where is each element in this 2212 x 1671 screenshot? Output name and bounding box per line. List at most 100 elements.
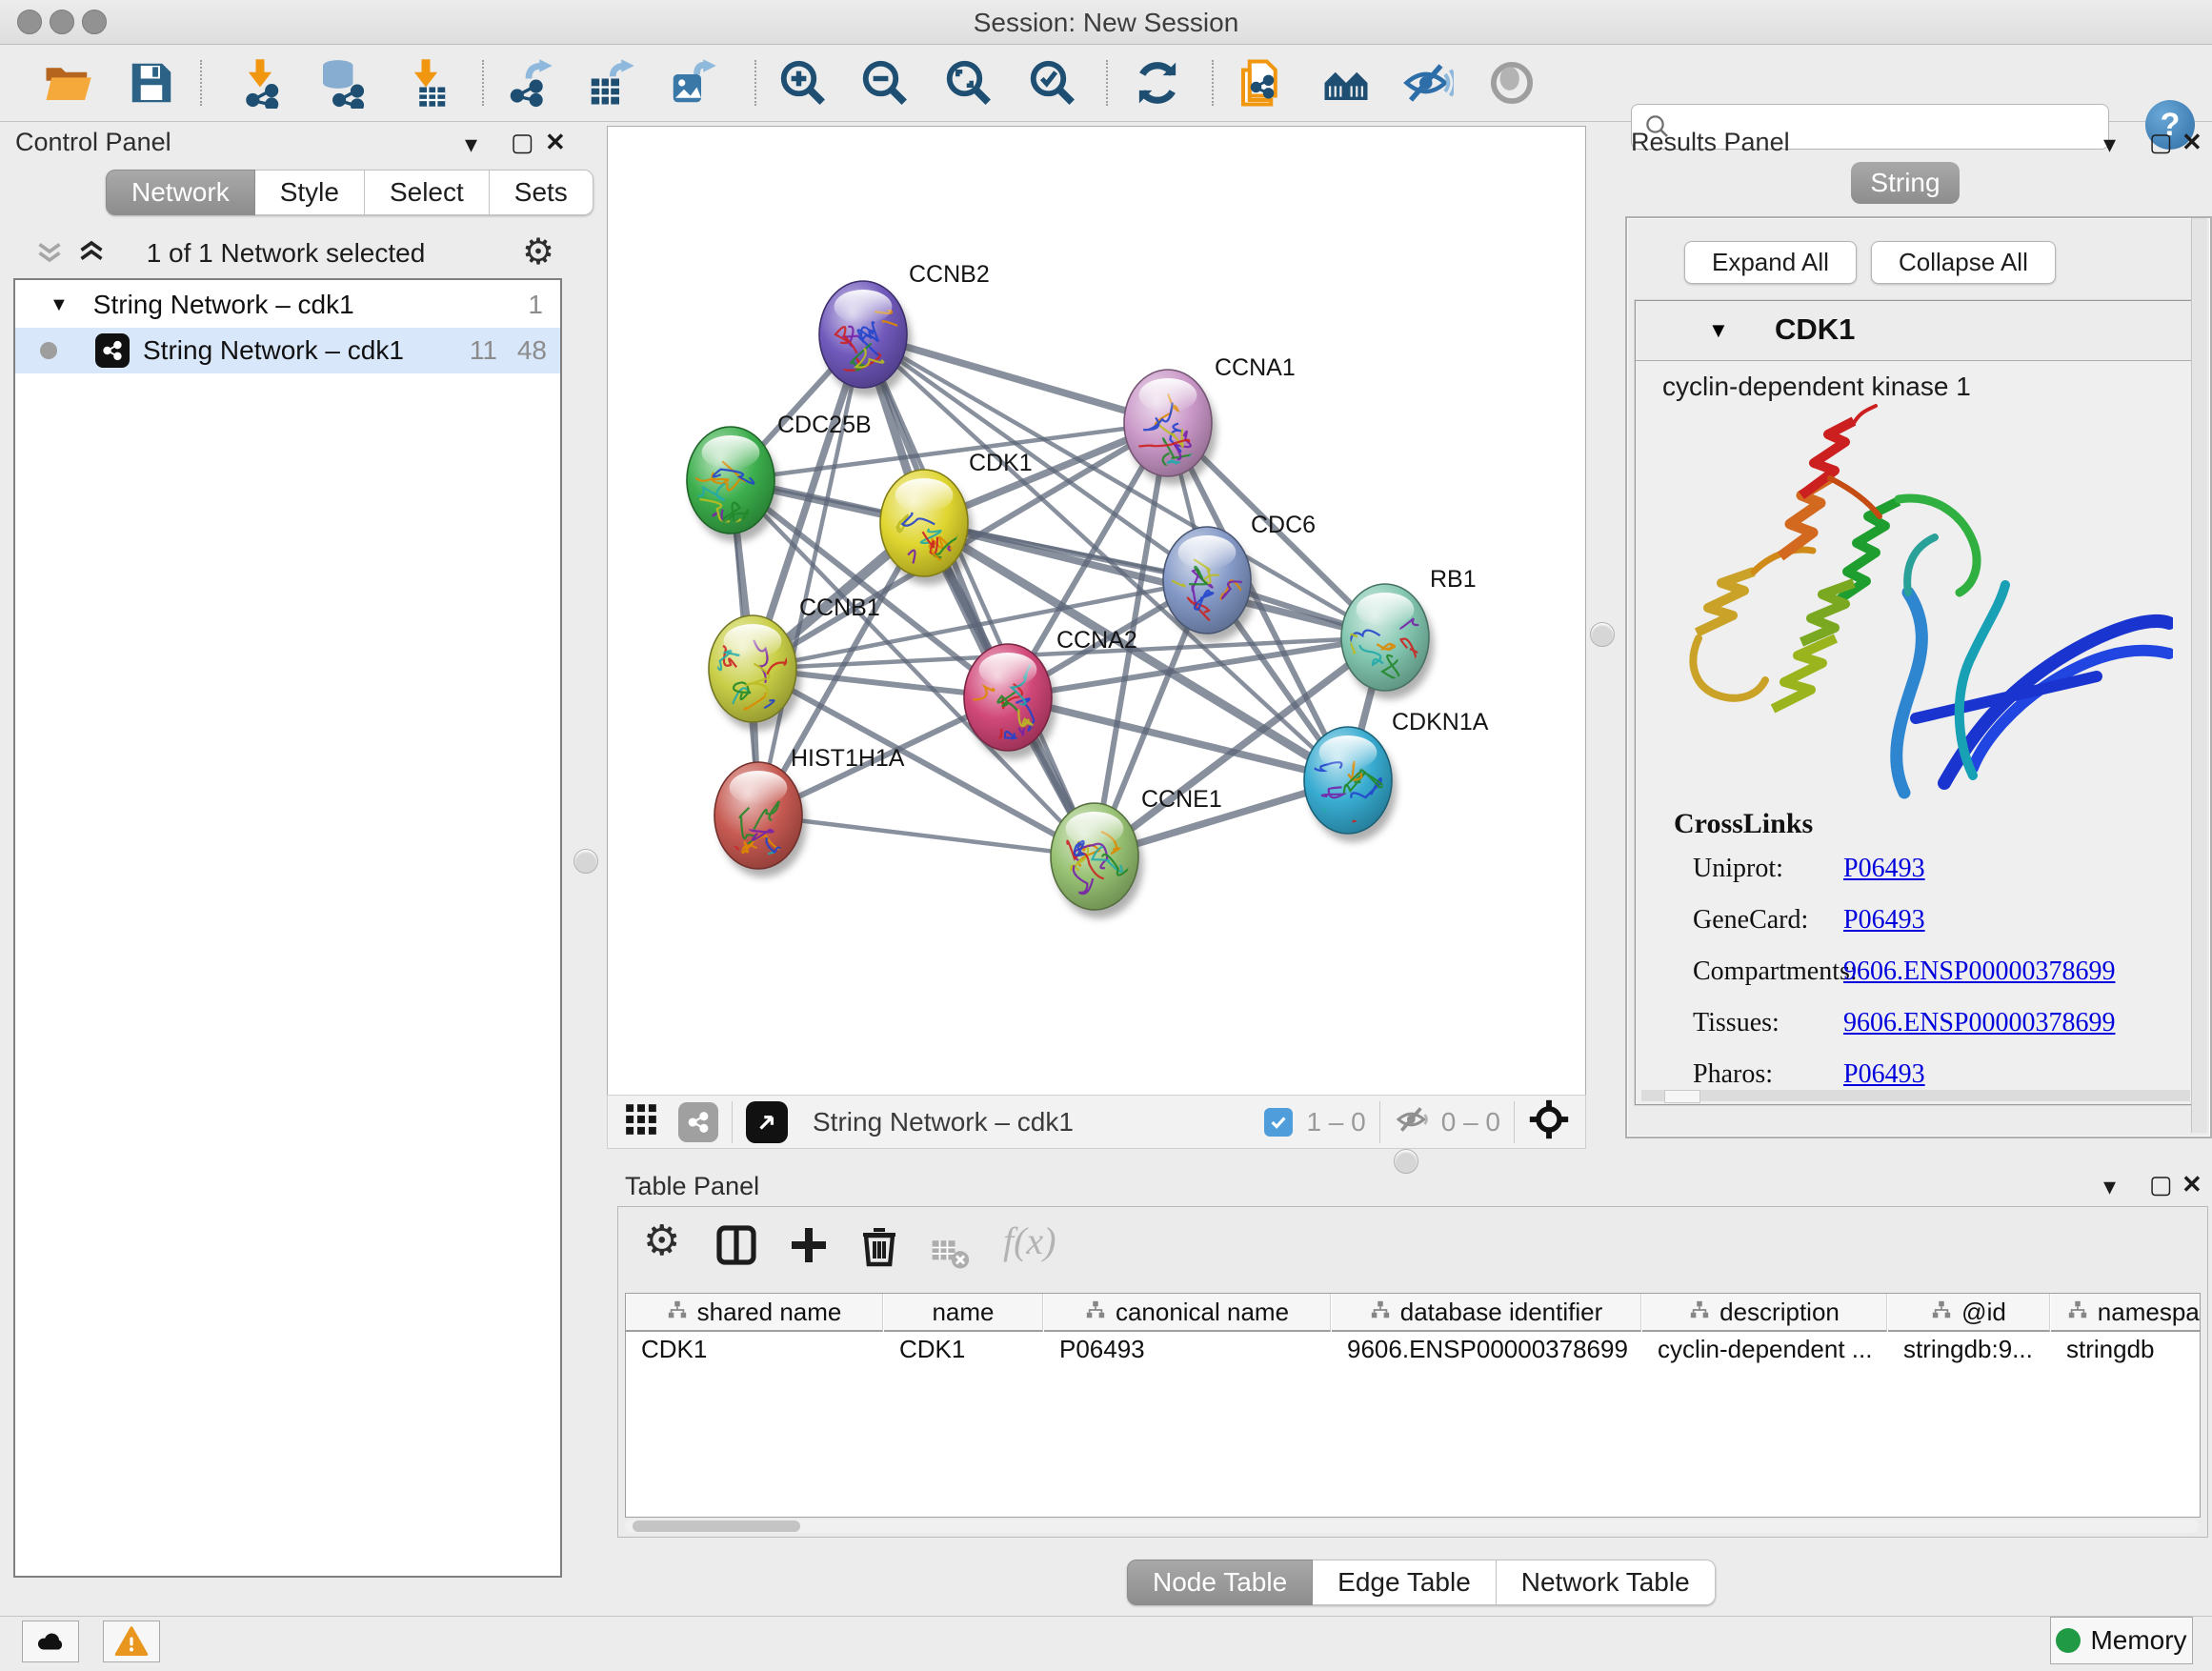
- export-image-icon[interactable]: [667, 57, 718, 109]
- crosslink-link[interactable]: P06493: [1843, 905, 1925, 936]
- network-edge[interactable]: [863, 334, 1095, 856]
- hide-selection-icon[interactable]: [1402, 57, 1454, 109]
- column-header-name[interactable]: name: [884, 1294, 1043, 1332]
- right-splitter-handle[interactable]: [1590, 622, 1615, 647]
- expand-all-button[interactable]: Expand All: [1684, 241, 1857, 284]
- zoom-out-icon[interactable]: [859, 57, 911, 109]
- tab-style[interactable]: Style: [255, 170, 365, 215]
- zoom-in-icon[interactable]: [777, 57, 829, 109]
- table-cell[interactable]: CDK1: [626, 1332, 882, 1366]
- network-view-title: String Network – cdk1: [813, 1107, 1074, 1137]
- tab-select[interactable]: Select: [365, 170, 490, 215]
- network-edge[interactable]: [758, 815, 1095, 856]
- export-network-icon[interactable]: [503, 57, 554, 109]
- first-neighbors-icon[interactable]: [1320, 57, 1372, 109]
- toolbar-separator: [1106, 60, 1108, 106]
- table-panel-float-icon[interactable]: ▢: [2149, 1172, 2173, 1197]
- node-table[interactable]: shared name namecanonical namedatabase id…: [625, 1293, 2201, 1518]
- network-node-ccne1[interactable]: CCNE1: [1051, 786, 1222, 918]
- results-panel-float-icon[interactable]: ▢: [2149, 130, 2173, 154]
- table-cell[interactable]: cyclin-dependent ...: [1642, 1332, 1886, 1366]
- collection-expand-icon[interactable]: ▼: [50, 294, 69, 316]
- table-cell[interactable]: stringdb:9...: [1888, 1332, 2049, 1366]
- table-cell[interactable]: P06493: [1044, 1332, 1330, 1366]
- birds-eye-view-icon[interactable]: [1528, 1098, 1570, 1145]
- network-node-cdc25b[interactable]: CDC25B: [682, 412, 872, 542]
- tab-network[interactable]: Network: [106, 170, 255, 215]
- left-splitter-handle[interactable]: [573, 849, 598, 874]
- clone-network-icon[interactable]: [1235, 57, 1286, 109]
- delete-column-icon[interactable]: [856, 1222, 902, 1273]
- warning-status-button[interactable]: [103, 1621, 160, 1662]
- export-table-icon[interactable]: [585, 57, 636, 109]
- selected-checkbox-icon[interactable]: [1264, 1108, 1293, 1137]
- grid-view-icon[interactable]: [623, 1101, 659, 1142]
- network-row[interactable]: String Network – cdk1 11 48: [15, 328, 560, 373]
- control-panel-float-icon[interactable]: ▢: [511, 130, 534, 154]
- column-header-canonical-name[interactable]: canonical name: [1044, 1294, 1331, 1332]
- crosslink-link[interactable]: P06493: [1843, 1059, 1925, 1090]
- table-options-gear-icon[interactable]: ⚙: [643, 1217, 680, 1265]
- column-header-id[interactable]: @id: [1888, 1294, 2050, 1332]
- control-panel-close-icon[interactable]: ✕: [545, 130, 566, 154]
- collapse-all-button[interactable]: Collapse All: [1871, 241, 2056, 284]
- crosslink-link[interactable]: P06493: [1843, 854, 1925, 884]
- zoom-selected-icon[interactable]: [1027, 57, 1078, 109]
- crosslink-link[interactable]: 9606.ENSP00000378699: [1843, 1008, 2115, 1038]
- protein-card-hscrollbar[interactable]: [1641, 1090, 2190, 1101]
- network-collection-row[interactable]: ▼ String Network – cdk1 1: [15, 282, 560, 328]
- show-all-icon[interactable]: [1486, 57, 1538, 109]
- import-network-database-icon[interactable]: [314, 57, 366, 109]
- import-table-file-icon[interactable]: [400, 57, 452, 109]
- expand-all-tree-icon[interactable]: [74, 234, 109, 273]
- network-options-gear-icon[interactable]: ⚙: [522, 231, 554, 273]
- tab-edge-table[interactable]: Edge Table: [1313, 1560, 1497, 1605]
- import-network-file-icon[interactable]: [234, 57, 286, 109]
- open-session-icon[interactable]: [42, 57, 93, 109]
- table-cell[interactable]: stringdb: [2051, 1332, 2201, 1366]
- column-header-namespace[interactable]: namespace: [2051, 1294, 2201, 1332]
- fit-content-icon[interactable]: [943, 57, 995, 109]
- protein-card-hscroll-thumb[interactable]: [1664, 1090, 1700, 1103]
- network-node-rb1[interactable]: RB1: [1337, 566, 1476, 701]
- bottom-splitter-handle[interactable]: [1394, 1149, 1418, 1174]
- network-node-ccnb2[interactable]: CCNB2: [819, 261, 990, 396]
- network-node-hist1h1a[interactable]: HIST1H1A: [712, 745, 905, 881]
- table-hscrollbar[interactable]: [625, 1520, 2199, 1533]
- tab-node-table[interactable]: Node Table: [1127, 1560, 1313, 1605]
- table-hscroll-thumb[interactable]: [633, 1520, 800, 1532]
- column-header-label: shared name: [697, 1298, 842, 1327]
- results-panel-menu-icon[interactable]: ▾: [2103, 131, 2116, 156]
- column-header-label: @id: [1961, 1298, 2006, 1327]
- network-node-ccna1[interactable]: CCNA1: [1124, 354, 1296, 502]
- tab-network-table[interactable]: Network Table: [1497, 1560, 1716, 1605]
- column-header-shared-name[interactable]: shared name: [626, 1294, 883, 1332]
- show-columns-icon[interactable]: [714, 1222, 759, 1273]
- control-panel-menu-icon[interactable]: ▾: [465, 131, 477, 156]
- network-node-cdkn1a[interactable]: CDKN1A: [1304, 709, 1489, 858]
- open-in-window-icon[interactable]: [746, 1101, 788, 1143]
- memory-button[interactable]: Memory: [2050, 1617, 2193, 1664]
- add-column-icon[interactable]: [786, 1222, 832, 1273]
- network-canvas[interactable]: CCNB2CCNA1CDC25BCDK1CDC6RB1CCNB1CCNA2CDK…: [607, 126, 1586, 1096]
- crosslink-link[interactable]: 9606.ENSP00000378699: [1843, 956, 2115, 987]
- refresh-icon[interactable]: [1132, 57, 1183, 109]
- hidden-eye-slash-icon[interactable]: [1394, 1100, 1432, 1143]
- tab-string[interactable]: String: [1851, 162, 1960, 204]
- cloud-status-button[interactable]: [22, 1621, 79, 1662]
- collapse-all-tree-icon[interactable]: [32, 234, 67, 273]
- results-panel-scrollbar[interactable]: [2191, 218, 2207, 1133]
- table-panel-close-icon[interactable]: ✕: [2182, 1172, 2202, 1197]
- protein-collapse-icon[interactable]: ▼: [1708, 318, 1729, 343]
- column-header-description[interactable]: description: [1642, 1294, 1887, 1332]
- tab-sets[interactable]: Sets: [490, 170, 593, 215]
- column-header-database-identifier[interactable]: database identifier: [1332, 1294, 1641, 1332]
- save-session-icon[interactable]: [126, 57, 177, 109]
- results-panel-close-icon[interactable]: ✕: [2182, 130, 2202, 154]
- table-cell[interactable]: CDK1: [884, 1332, 1042, 1366]
- results-panel-title: Results Panel: [1631, 128, 1790, 156]
- network-node-cdc6[interactable]: CDC6: [1156, 512, 1316, 642]
- string-view-icon[interactable]: [678, 1102, 718, 1142]
- table-cell[interactable]: 9606.ENSP00000378699: [1332, 1332, 1640, 1366]
- table-panel-menu-icon[interactable]: ▾: [2103, 1174, 2116, 1198]
